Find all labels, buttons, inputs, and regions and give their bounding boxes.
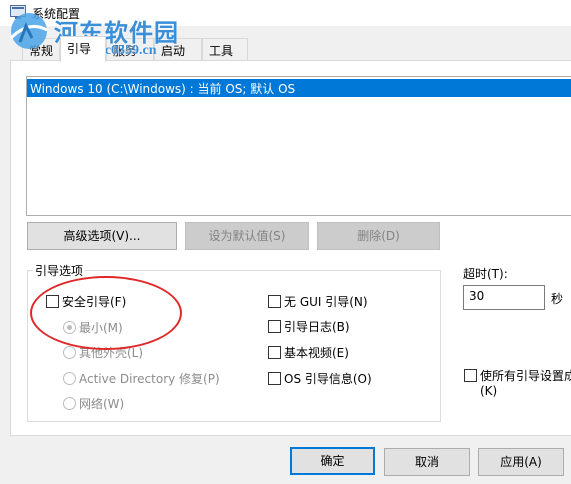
- annotation-circle: [30, 276, 182, 350]
- network-radio[interactable]: [63, 397, 76, 410]
- make-permanent-label-hotkey: (K): [480, 384, 498, 398]
- tab-tools-label: 工具: [209, 44, 234, 58]
- delete-button[interactable]: 删除(D): [317, 222, 440, 250]
- active-directory-repair-radio[interactable]: [63, 372, 76, 385]
- tab-tools[interactable]: 工具: [202, 38, 248, 60]
- alternate-shell-radio[interactable]: [63, 346, 76, 359]
- no-gui-boot-label: 无 GUI 引导(N): [284, 295, 368, 309]
- timeout-input[interactable]: 30: [463, 285, 545, 310]
- ok-button[interactable]: 确定: [290, 447, 375, 475]
- tab-boot-label: 引导: [67, 42, 92, 56]
- os-list[interactable]: [26, 76, 571, 216]
- set-default-button[interactable]: 设为默认值(S): [185, 222, 309, 250]
- network-label: 网络(W): [79, 397, 125, 411]
- boot-log-checkbox[interactable]: [268, 320, 281, 333]
- os-boot-info-label: OS 引导信息(O): [284, 372, 372, 386]
- timeout-unit: 秒: [551, 292, 564, 306]
- no-gui-boot-checkbox[interactable]: [268, 295, 281, 308]
- make-permanent-label: 使所有引导设置成: [480, 369, 571, 383]
- watermark-logo-icon: [6, 8, 52, 54]
- base-video-label: 基本视频(E): [284, 346, 349, 360]
- boot-log-label: 引导日志(B): [284, 320, 350, 334]
- apply-button[interactable]: 应用(A): [478, 448, 564, 476]
- cancel-button[interactable]: 取消: [384, 448, 470, 476]
- advanced-options-button[interactable]: 高级选项(V)...: [27, 222, 177, 250]
- os-boot-info-checkbox[interactable]: [268, 372, 281, 385]
- os-list-item[interactable]: Windows 10 (C:\Windows) : 当前 OS; 默认 OS: [27, 79, 571, 97]
- boot-options-label: 引导选项: [33, 262, 86, 279]
- make-permanent-checkbox[interactable]: [464, 369, 477, 382]
- timeout-label: 超时(T):: [463, 267, 508, 281]
- tab-boot[interactable]: 引导: [60, 36, 106, 62]
- base-video-checkbox[interactable]: [268, 346, 281, 359]
- active-directory-repair-label: Active Directory 修复(P): [79, 372, 220, 386]
